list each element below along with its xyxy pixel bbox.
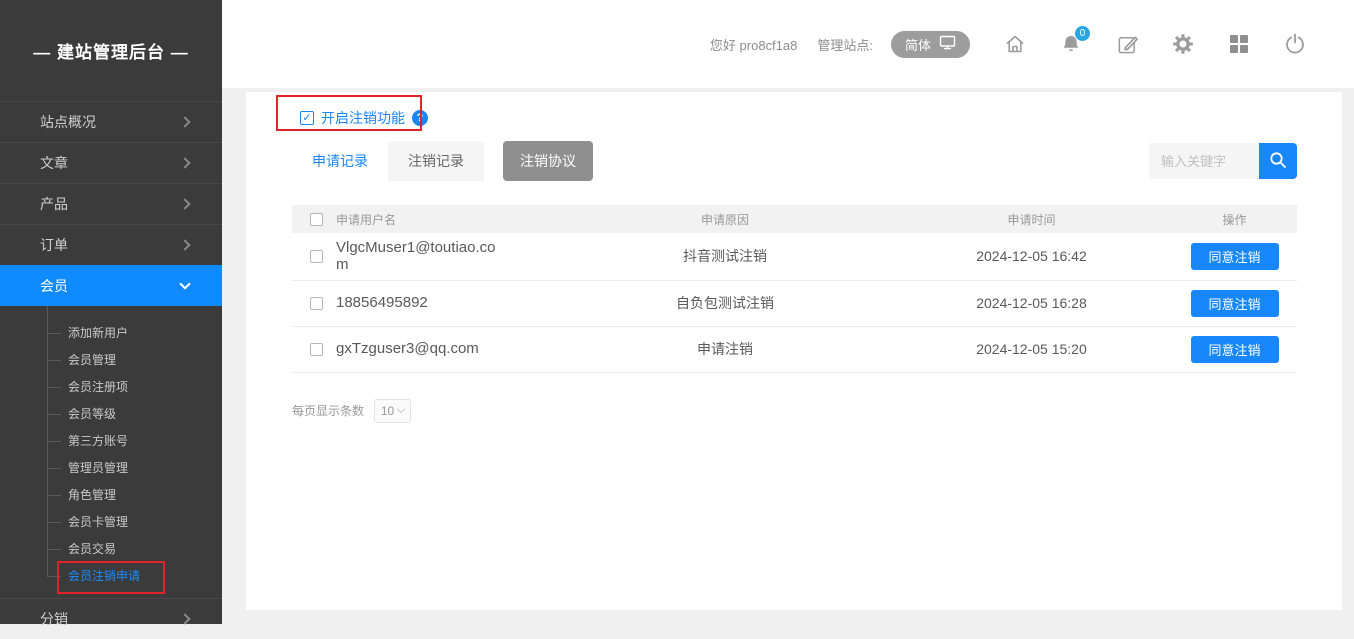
submenu-item-admin-management[interactable]: 管理员管理 (0, 455, 222, 482)
manage-site-label: 管理站点: (817, 35, 873, 54)
app-title: — 建站管理后台 — (0, 0, 222, 101)
cell-username: VlgcMuser1@toutiao.com (336, 233, 501, 280)
enable-cancellation-checkbox[interactable]: ✓ (300, 111, 314, 125)
applications-table: 申请用户名 申请原因 申请时间 操作 VlgcMuser1@toutiao.co… (292, 205, 1297, 373)
submenu-item-member-levels[interactable]: 会员等级 (0, 401, 222, 428)
enable-cancellation-label: 开启注销功能 (321, 108, 405, 128)
table-row: VlgcMuser1@toutiao.com 抖音测试注销 2024-12-05… (292, 233, 1297, 281)
user-greeting: 您好 pro8cf1a8 (710, 35, 797, 54)
topbar: 您好 pro8cf1a8 管理站点: 简体 0 (222, 0, 1354, 88)
submenu-item-member-cancellation[interactable]: 会员注销申请 (0, 563, 222, 590)
submenu-item-role-management[interactable]: 角色管理 (0, 482, 222, 509)
tab-cancellation-records[interactable]: 注销记录 (388, 141, 484, 181)
submenu-item-member-transactions[interactable]: 会员交易 (0, 536, 222, 563)
members-submenu: 添加新用户 会员管理 会员注册项 会员等级 第三方账号 管理员管理 角色管理 会… (0, 306, 222, 598)
chevron-down-icon (179, 278, 190, 289)
page-size-value: 10 (381, 404, 394, 418)
submenu-item-member-cards[interactable]: 会员卡管理 (0, 509, 222, 536)
agree-cancellation-button[interactable]: 同意注销 (1191, 243, 1279, 270)
select-all-checkbox[interactable] (310, 213, 323, 226)
tabs-row: 申请记录 注销记录 注销协议 (292, 141, 1297, 181)
row-checkbox[interactable] (310, 343, 323, 356)
pagination: 每页显示条数 10 (292, 399, 1297, 423)
chevron-right-icon (179, 157, 190, 168)
apps-grid-icon[interactable] (1226, 31, 1252, 57)
chevron-right-icon (179, 613, 190, 624)
submenu-item-registration-fields[interactable]: 会员注册项 (0, 374, 222, 401)
search-input[interactable] (1149, 143, 1259, 179)
sidebar-item-label: 订单 (40, 235, 68, 255)
settings-gear-icon[interactable] (1170, 31, 1196, 57)
search-button[interactable] (1259, 143, 1297, 179)
header-time: 申请时间 (891, 211, 1172, 228)
header-action: 操作 (1172, 211, 1297, 228)
sidebar-item-orders[interactable]: 订单 (0, 224, 222, 265)
main-content-card: ✓ 开启注销功能 ? 申请记录 注销记录 注销协议 申请用户名 申请原因 申 (246, 92, 1342, 610)
sidebar-item-label: 产品 (40, 194, 68, 214)
cell-time: 2024-12-05 16:42 (891, 248, 1172, 264)
submenu-item-member-management[interactable]: 会员管理 (0, 347, 222, 374)
tab-application-records[interactable]: 申请记录 (292, 141, 388, 181)
sidebar-item-label: 分销 (40, 609, 68, 629)
chevron-right-icon (179, 198, 190, 209)
language-site-button[interactable]: 简体 (891, 31, 970, 58)
sidebar-item-distribution[interactable]: 分销 (0, 598, 222, 639)
sidebar-item-label: 站点概况 (40, 112, 96, 132)
sidebar-item-site-overview[interactable]: 站点概况 (0, 101, 222, 142)
sidebar: — 建站管理后台 — 站点概况 文章 产品 订单 会员 添加新用户 会员管理 会… (0, 0, 222, 624)
cell-reason: 抖音测试注销 (559, 246, 891, 266)
page-size-label: 每页显示条数 (292, 402, 364, 419)
page-size-select[interactable]: 10 (374, 399, 411, 423)
search-group (1149, 143, 1297, 179)
language-label: 简体 (905, 35, 931, 54)
edit-icon[interactable] (1114, 31, 1140, 57)
cancellation-toggle-row: ✓ 开启注销功能 ? (300, 106, 1297, 130)
sidebar-item-members[interactable]: 会员 (0, 265, 222, 306)
cell-username: gxTzguser3@qq.com (336, 334, 501, 363)
search-icon (1268, 150, 1288, 173)
header-reason: 申请原因 (559, 211, 891, 228)
agree-cancellation-button[interactable]: 同意注销 (1191, 336, 1279, 363)
cell-time: 2024-12-05 16:28 (891, 295, 1172, 311)
submenu-item-add-user[interactable]: 添加新用户 (0, 320, 222, 347)
chevron-down-icon (397, 405, 405, 413)
chevron-right-icon (179, 239, 190, 250)
sidebar-item-label: 文章 (40, 153, 68, 173)
home-icon[interactable] (1002, 31, 1028, 57)
table-row: 18856495892 自负包测试注销 2024-12-05 16:28 同意注… (292, 281, 1297, 327)
sidebar-item-products[interactable]: 产品 (0, 183, 222, 224)
sidebar-item-label: 会员 (40, 276, 68, 296)
table-row: gxTzguser3@qq.com 申请注销 2024-12-05 15:20 … (292, 327, 1297, 373)
row-checkbox[interactable] (310, 297, 323, 310)
help-icon[interactable]: ? (412, 110, 428, 126)
notification-badge: 0 (1075, 26, 1090, 41)
cancellation-agreement-button[interactable]: 注销协议 (503, 141, 593, 181)
table-header-row: 申请用户名 申请原因 申请时间 操作 (292, 205, 1297, 233)
row-checkbox[interactable] (310, 250, 323, 263)
cell-reason: 自负包测试注销 (559, 293, 891, 313)
header-username: 申请用户名 (336, 211, 559, 228)
monitor-icon (939, 35, 956, 53)
power-logout-icon[interactable] (1282, 31, 1308, 57)
cell-time: 2024-12-05 15:20 (891, 341, 1172, 357)
cell-reason: 申请注销 (559, 339, 891, 359)
cell-username: 18856495892 (336, 288, 501, 317)
notifications-bell-icon[interactable]: 0 (1058, 31, 1084, 57)
submenu-item-third-party-accounts[interactable]: 第三方账号 (0, 428, 222, 455)
sidebar-item-articles[interactable]: 文章 (0, 142, 222, 183)
agree-cancellation-button[interactable]: 同意注销 (1191, 290, 1279, 317)
chevron-right-icon (179, 116, 190, 127)
